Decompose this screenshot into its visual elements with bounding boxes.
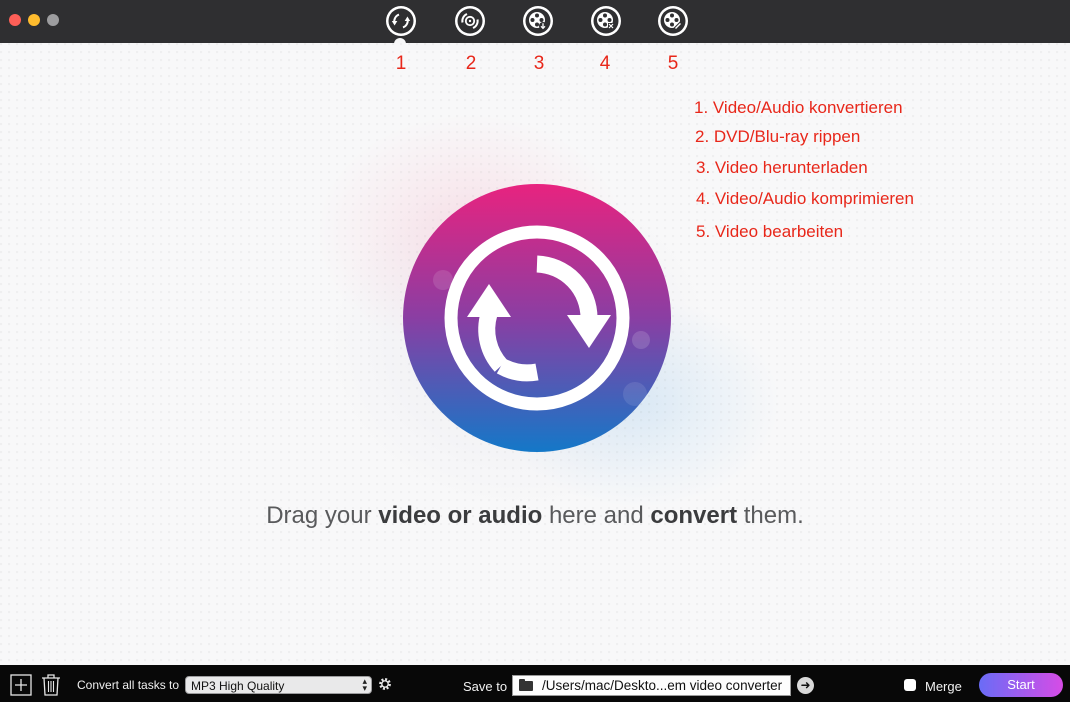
- minimize-window-button[interactable]: [28, 14, 40, 26]
- annotation-5: 5. Video bearbeiten: [696, 222, 844, 241]
- folder-icon: [519, 679, 533, 691]
- add-file-button[interactable]: [10, 674, 32, 696]
- arrow-right-icon: ➜: [800, 678, 811, 692]
- tab-number-2: 2: [465, 53, 477, 74]
- tab-download[interactable]: [521, 4, 555, 38]
- tab-number-4: 4: [599, 53, 611, 74]
- tab-number-3: 3: [533, 53, 545, 74]
- zoom-window-button[interactable]: [47, 14, 59, 26]
- drag-text-bold: convert: [650, 502, 738, 529]
- convert-arrows-icon: [386, 6, 416, 36]
- annotation-2: 2. DVD/Blu-ray rippen: [695, 127, 861, 146]
- drag-text-part: Drag your: [266, 502, 379, 529]
- tab-compress[interactable]: [589, 4, 623, 38]
- tab-convert[interactable]: [384, 4, 418, 38]
- disc-rip-icon: [455, 6, 485, 36]
- title-bar: [0, 0, 1070, 44]
- drag-instruction: Drag your video or audio here and conver…: [0, 502, 1070, 530]
- tab-edit[interactable]: [656, 4, 690, 38]
- merge-checkbox[interactable]: [904, 679, 916, 691]
- annotation-1: 1. Video/Audio konvertieren: [694, 98, 903, 117]
- merge-label: Merge: [925, 679, 962, 694]
- film-reel-compress-icon: [591, 6, 621, 36]
- drag-text-bold: video or audio: [378, 502, 543, 529]
- convert-circle-logo-icon: [403, 184, 671, 452]
- trash-icon: [42, 674, 60, 696]
- format-settings-button[interactable]: [378, 677, 392, 691]
- close-window-button[interactable]: [9, 14, 21, 26]
- tab-rip[interactable]: [453, 4, 487, 38]
- drag-text-part: here and: [542, 502, 651, 529]
- tab-number-1: 1: [395, 53, 407, 74]
- plus-icon: [10, 674, 32, 696]
- save-path-field[interactable]: /Users/mac/Deskto...em video converter: [512, 675, 791, 696]
- convert-logo: [403, 184, 671, 452]
- annotation-4: 4. Video/Audio komprimieren: [696, 189, 914, 208]
- bottom-bar: Convert all tasks to MP3 High Quality ▴ ▾…: [0, 665, 1070, 702]
- film-reel-edit-icon: [658, 6, 688, 36]
- output-format-value: MP3 High Quality: [191, 679, 285, 693]
- gear-icon: [379, 678, 391, 690]
- tab-number-5: 5: [667, 53, 679, 74]
- convert-all-label: Convert all tasks to: [77, 678, 180, 692]
- save-to-label: Save to: [463, 679, 508, 694]
- save-path-value: /Users/mac/Deskto...em video converter: [542, 678, 783, 693]
- start-button[interactable]: Start: [979, 673, 1063, 697]
- output-format-select[interactable]: MP3 High Quality ▴ ▾: [185, 676, 372, 694]
- film-reel-download-icon: [523, 6, 553, 36]
- annotation-3: 3. Video herunterladen: [696, 158, 868, 177]
- delete-button[interactable]: [40, 673, 62, 697]
- select-arrows-icon: ▴ ▾: [362, 676, 367, 693]
- drag-text-part: them.: [737, 502, 804, 529]
- open-folder-button[interactable]: ➜: [797, 677, 814, 694]
